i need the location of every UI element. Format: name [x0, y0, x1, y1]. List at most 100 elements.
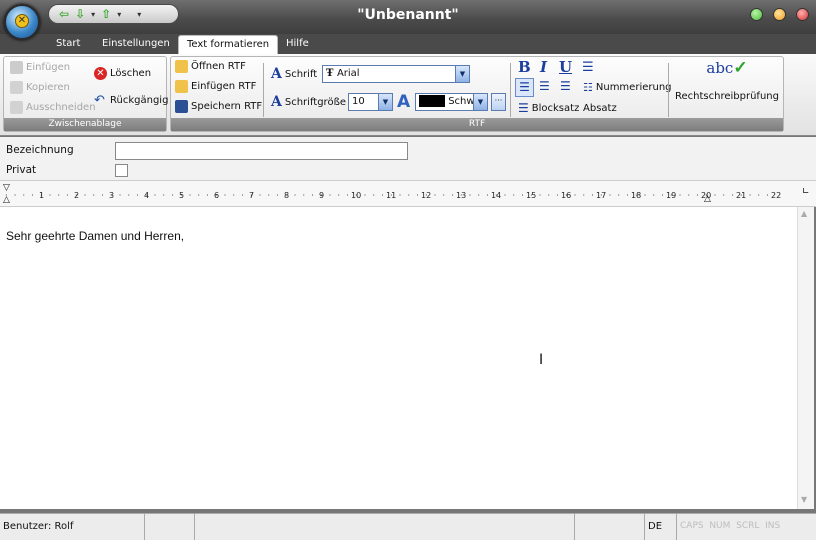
ruler-number: 10 [351, 191, 362, 200]
separator [668, 63, 669, 117]
font-select[interactable]: Ŧ Arial ▼ [322, 65, 470, 83]
ruler-tick-dot: · [48, 191, 52, 200]
italic-button[interactable]: I [540, 58, 547, 76]
font-type-icon: Ŧ [326, 68, 337, 79]
window-title: "Unbenannt" [357, 7, 459, 23]
bullet-list-icon[interactable]: ☰ [582, 60, 594, 75]
font-icon: A [271, 66, 282, 82]
ruler-tick-dot: · [66, 191, 69, 200]
scroll-up-icon[interactable]: ▲ [801, 209, 807, 218]
delete-button[interactable]: ✕ Löschen [94, 67, 151, 80]
maximize-button[interactable] [773, 8, 786, 21]
copy-icon [10, 81, 23, 94]
ruler-tick-dot: · [652, 191, 656, 200]
justify-button[interactable]: ☰ Blocksatz [518, 101, 579, 115]
ruler-tick-dot: · [162, 191, 166, 200]
minimize-button[interactable] [750, 8, 763, 21]
ruler-tick-dot: · [582, 191, 586, 200]
scroll-down-icon[interactable]: ▼ [801, 495, 807, 504]
ruler-tick-dot: · [398, 191, 402, 200]
ruler-number: 7 [249, 191, 255, 200]
document-editor[interactable]: Sehr geehrte Damen und Herren, I [0, 207, 797, 509]
status-bar: Benutzer: Rolf DE CAPS NUM SCRL INS [0, 513, 816, 540]
align-right-button[interactable]: ☰ [560, 79, 571, 93]
spellcheck-icon: abc✓ [675, 59, 779, 77]
undo-icon: ↶ [94, 93, 105, 108]
separator [510, 63, 511, 117]
ruler-tick-dot: · [223, 191, 227, 200]
right-indent-icon[interactable]: △ [704, 194, 711, 204]
font-size-select[interactable]: 10 ▼ [348, 93, 393, 111]
font-size-icon: A [271, 94, 282, 110]
ruler-tick-dot: · [302, 191, 306, 200]
back-arrow-icon[interactable]: ⇦ [59, 7, 69, 21]
scissors-icon [10, 101, 23, 114]
ruler-tick-dot: · [136, 191, 139, 200]
ruler-tick-dot: · [311, 191, 314, 200]
ruler-tick-dot: · [92, 191, 96, 200]
ruler-tick-dot: · [661, 191, 664, 200]
tab-einstellungen[interactable]: Einstellungen [94, 35, 178, 54]
numbering-button[interactable]: ☷ Nummerierung [583, 81, 672, 94]
ruler-tick-dot: · [346, 191, 349, 200]
tab-hilfe[interactable]: Hilfe [278, 35, 317, 54]
font-select-value: Arial [336, 68, 360, 79]
ruler-tick-dot: · [556, 191, 559, 200]
up-arrow-icon[interactable]: ⇧ [101, 7, 111, 21]
ruler-tick-dot: · [31, 191, 34, 200]
status-blank [195, 514, 575, 540]
name-input[interactable] [115, 142, 408, 160]
undo-label: Rückgängig [110, 95, 169, 106]
ruler-tick-dot: · [407, 191, 411, 200]
ruler-tick-dot: · [416, 191, 419, 200]
paste-button[interactable]: Einfügen [10, 61, 70, 74]
align-left-button[interactable]: ☰ [515, 78, 534, 97]
vertical-scrollbar[interactable]: ▲ ▼ [797, 207, 814, 509]
ruler-number: 8 [284, 191, 290, 200]
underline-button[interactable]: U [559, 58, 572, 76]
more-colors-button[interactable]: ··· [491, 93, 506, 111]
chevron-down-icon[interactable]: ▼ [378, 94, 392, 110]
font-size-label-text: Schriftgröße [284, 96, 347, 108]
insert-rtf-button[interactable]: Einfügen RTF [175, 80, 256, 93]
up-arrow-dropdown-icon[interactable]: ▾ [117, 10, 121, 19]
cut-button[interactable]: Ausschneiden [10, 101, 96, 114]
ruler-number: 17 [596, 191, 607, 200]
ruler-tick-dot: · [696, 191, 699, 200]
ruler-tick-dot: · [713, 191, 717, 200]
tab-stop-icon[interactable]: ∟ [802, 187, 810, 197]
open-rtf-button[interactable]: Öffnen RTF [175, 60, 246, 73]
align-center-button[interactable]: ☰ [539, 79, 550, 93]
save-rtf-button[interactable]: Speichern RTF [175, 100, 262, 113]
ruler-tick-dot: · [267, 191, 271, 200]
tab-start[interactable]: Start [48, 35, 88, 54]
ruler-tick-dot: · [748, 191, 752, 200]
ruler-tick-dot: · [363, 191, 367, 200]
status-keys: CAPS NUM SCRL INS [677, 514, 816, 540]
paragraph-button[interactable]: Absatz [583, 103, 617, 114]
bold-button[interactable]: B [518, 58, 531, 76]
ruler-tick-dot: · [477, 191, 481, 200]
properties-panel: Bezeichnung Privat [0, 137, 816, 181]
down-arrow-dropdown-icon[interactable]: ▾ [91, 10, 95, 19]
color-select[interactable]: Schwa ▼ [415, 93, 488, 111]
chevron-down-icon[interactable]: ▼ [473, 94, 487, 110]
chevron-down-icon[interactable]: ▼ [455, 66, 469, 82]
ruler-tick-dot: · [433, 191, 437, 200]
application-menu-button[interactable]: ✕ [4, 4, 40, 40]
ruler-number: 1 [39, 191, 45, 200]
spellcheck-button[interactable]: abc✓ Rechtschreibprüfung [675, 59, 779, 115]
undo-button[interactable]: ↶ Rückgängig [94, 94, 168, 107]
ruler-tick-dot: · [547, 191, 551, 200]
indent-marker-icon[interactable]: ▽ [3, 183, 10, 193]
copy-button[interactable]: Kopieren [10, 81, 70, 94]
font-size-label: A Schriftgröße [271, 94, 346, 110]
close-button[interactable] [796, 8, 809, 21]
down-arrow-icon[interactable]: ⇩ [75, 7, 85, 21]
ruler-tick-dot: · [57, 191, 61, 200]
tab-text-formatieren[interactable]: Text formatieren [178, 35, 279, 54]
ruler-tick-dot: · [188, 191, 192, 200]
private-checkbox[interactable] [115, 164, 128, 177]
customize-toolbar-icon[interactable]: ▾ [137, 10, 141, 19]
hanging-indent-icon[interactable]: △ [3, 195, 10, 205]
